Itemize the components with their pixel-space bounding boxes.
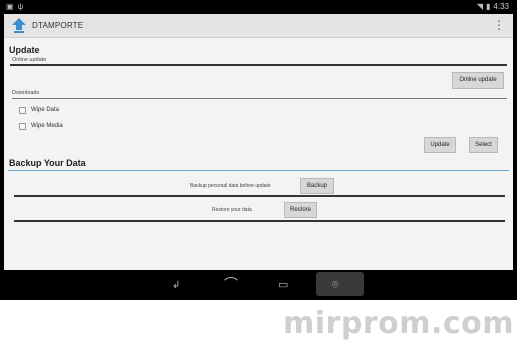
- update-section-title: Update: [9, 45, 40, 55]
- app-icon[interactable]: [12, 18, 26, 34]
- restore-description: Restore your data: [212, 207, 252, 213]
- divider: [10, 64, 507, 66]
- wipe-data-label: Wipe Data: [31, 107, 60, 113]
- select-button[interactable]: Select: [469, 137, 498, 153]
- navigation-bar: ↲ ⌒ ▭ ⌾: [0, 270, 517, 298]
- app-title: DTAMPORTE: [32, 21, 84, 30]
- action-bar: DTAMPORTE ⋮: [4, 14, 513, 38]
- backup-section-title: Backup Your Data: [9, 158, 86, 168]
- update-button[interactable]: Update: [424, 137, 456, 153]
- divider: [8, 170, 509, 171]
- downloads-label: Downloads: [12, 90, 40, 96]
- wifi-icon: ◥: [476, 2, 484, 11]
- battery-icon: ▮: [486, 2, 491, 11]
- clock: 4:33: [493, 2, 509, 11]
- notification-icon: ▣: [6, 2, 14, 11]
- watermark: mirprom.com: [283, 306, 515, 341]
- backup-button[interactable]: Backup: [300, 178, 334, 194]
- main-content: Update Online update Online update Downl…: [4, 38, 513, 270]
- restore-button[interactable]: Restore: [284, 202, 317, 218]
- home-icon[interactable]: ⌒: [224, 276, 238, 292]
- overflow-menu-icon[interactable]: ⋮: [493, 18, 505, 32]
- tablet-screen: ▣ ψ ◥ ▮ 4:33 DTAMPORTE ⋮ Update Online u…: [0, 0, 517, 300]
- wipe-data-checkbox[interactable]: [19, 107, 26, 114]
- nav-highlight: [316, 272, 364, 296]
- wipe-media-checkbox[interactable]: [19, 123, 26, 130]
- divider: [12, 98, 507, 99]
- wipe-media-label: Wipe Media: [31, 123, 63, 129]
- usb-icon: ψ: [17, 2, 24, 11]
- recents-icon[interactable]: ▭: [278, 277, 288, 293]
- back-icon[interactable]: ↲: [172, 278, 180, 294]
- divider: [14, 195, 505, 197]
- online-update-label: Online update: [12, 57, 47, 63]
- backup-description: Backup personal data before update: [190, 183, 271, 189]
- divider: [14, 220, 505, 222]
- status-bar: ▣ ψ ◥ ▮ 4:33: [0, 0, 517, 14]
- online-update-button[interactable]: Online update: [452, 72, 504, 89]
- screenshot-icon[interactable]: ⌾: [332, 277, 339, 293]
